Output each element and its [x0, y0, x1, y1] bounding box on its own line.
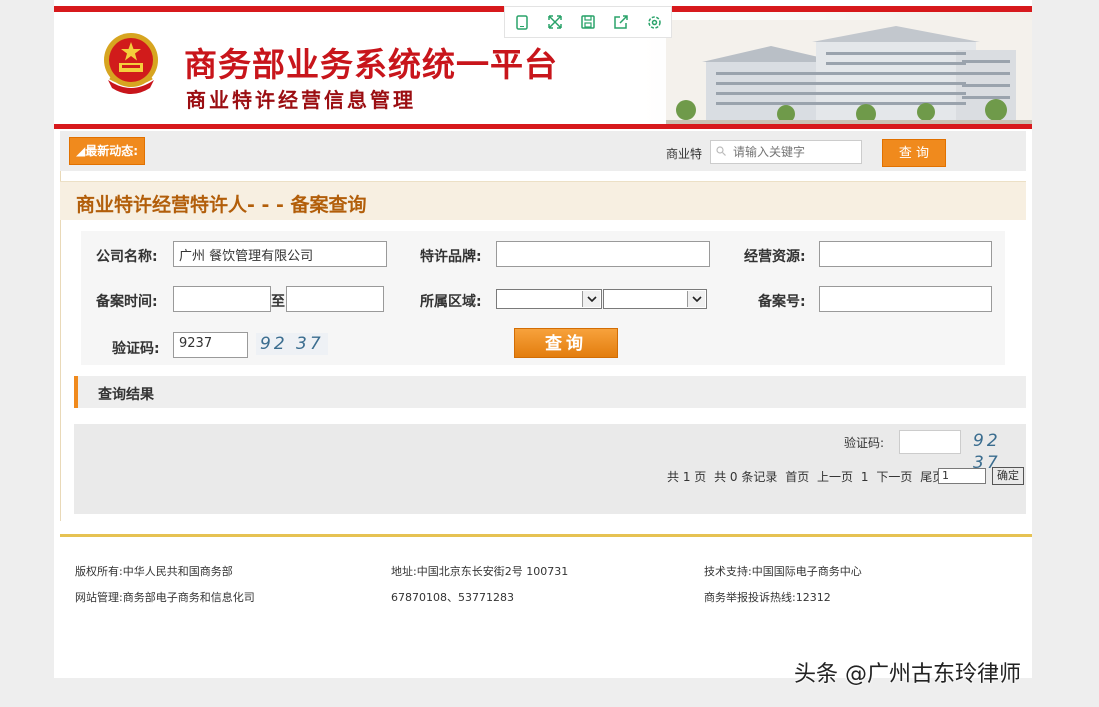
company-name-label: 公司名称: [96, 249, 158, 265]
region-label: 所属区域: [420, 294, 482, 310]
city-select[interactable] [603, 289, 707, 309]
footer-address: 地址:中国北京东长安街2号 100731 [391, 565, 569, 578]
page-title: 商业特许经营特许人- - - 备案查询 [76, 194, 367, 216]
national-emblem-icon [104, 33, 158, 94]
chevron-down-icon [582, 291, 600, 307]
watermark-text: 头条 @广州古东玲律师 [794, 662, 1021, 687]
pager-current-page: 1 [860, 470, 869, 484]
pagination: 共 1 页 共 0 条记录 首页 上一页 1 下一页 尾页 [667, 468, 948, 485]
keyword-search-button[interactable]: 查 询 [882, 139, 946, 167]
brand-label: 特许品牌: [420, 249, 482, 265]
footer-hotline: 商务举报投诉热线:12312 [704, 591, 831, 604]
captcha-input[interactable]: 9237 [173, 332, 248, 358]
floating-toolbar [504, 6, 672, 38]
page-jump-confirm-button[interactable]: 确定 [992, 467, 1024, 485]
header-bottom-stripe [54, 124, 1032, 129]
footer-copyright: 版权所有:中华人民共和国商务部 [75, 565, 233, 578]
captcha-image[interactable]: 92 37 [256, 333, 328, 355]
search-category-label: 商业特 [666, 147, 703, 161]
results-panel: 验证码: 92 37 共 1 页 共 0 条记录 首页 上一页 1 下一页 尾页… [74, 424, 1026, 514]
record-time-label: 备案时间: [96, 294, 158, 310]
section-header: 商业特许经营特许人- - - 备案查询 [60, 181, 1026, 220]
save-icon[interactable] [579, 13, 597, 31]
settings-icon[interactable] [645, 13, 663, 31]
business-resource-label: 经营资源: [744, 249, 806, 265]
footer-site-admin: 网站管理:商务部电子商务和信息化司 [75, 591, 255, 604]
province-select[interactable] [496, 289, 602, 309]
site-subtitle: 商业特许经营信息管理 [186, 88, 416, 112]
latest-news-tag[interactable]: ◢最新动态: [69, 137, 146, 165]
footer-tech-support: 技术支持:中国国际电子商务中心 [704, 565, 862, 578]
pager-prev-link[interactable]: 上一页 [817, 470, 853, 484]
share-icon[interactable] [612, 13, 630, 31]
query-button[interactable]: 查询 [514, 328, 618, 358]
results-captcha-image[interactable]: 92 37 [969, 430, 1026, 473]
mobile-icon[interactable] [513, 13, 531, 31]
search-icon [716, 146, 726, 156]
company-name-input[interactable]: 广州 餐饮管理有限公司 [173, 241, 387, 267]
captcha-label: 验证码: [112, 341, 160, 357]
results-header: 查询结果 [74, 376, 1026, 408]
pager-total-records: 共 0 条记录 [714, 470, 778, 484]
results-captcha-label: 验证码: [844, 436, 885, 450]
news-search-bar: ◢最新动态: 商业特 查 询 [60, 131, 1026, 171]
content-divider [60, 171, 61, 521]
pager-total-pages: 共 1 页 [667, 470, 707, 484]
keyword-search-input[interactable] [710, 140, 862, 164]
brand-input[interactable] [496, 241, 710, 267]
record-time-end-input[interactable] [286, 286, 384, 312]
speaker-icon: ◢ [76, 144, 86, 158]
record-number-input[interactable] [819, 286, 992, 312]
latest-news-label: 最新动态: [85, 144, 139, 158]
record-number-label: 备案号: [758, 294, 806, 310]
results-title: 查询结果 [98, 387, 154, 403]
chevron-down-icon [687, 291, 705, 307]
building-illustration [666, 20, 1032, 124]
fullscreen-icon[interactable] [546, 13, 564, 31]
page-jump-input[interactable]: 1 [938, 468, 986, 484]
results-accent-bar [74, 376, 78, 408]
record-time-start-input[interactable] [173, 286, 271, 312]
record-time-to-label: 至 [271, 294, 285, 310]
footer-divider [60, 534, 1032, 537]
site-title: 商务部业务系统统一平台 [184, 45, 558, 84]
pager-first-link[interactable]: 首页 [785, 470, 809, 484]
results-captcha-input[interactable] [899, 430, 961, 454]
footer-phones: 67870108、53771283 [391, 591, 514, 604]
page: 商务部业务系统统一平台 商业特许经营信息管理 ◢最新动态: 商业特 请输入关键字… [54, 0, 1032, 678]
pager-next-link[interactable]: 下一页 [876, 470, 912, 484]
business-resource-input[interactable] [819, 241, 992, 267]
